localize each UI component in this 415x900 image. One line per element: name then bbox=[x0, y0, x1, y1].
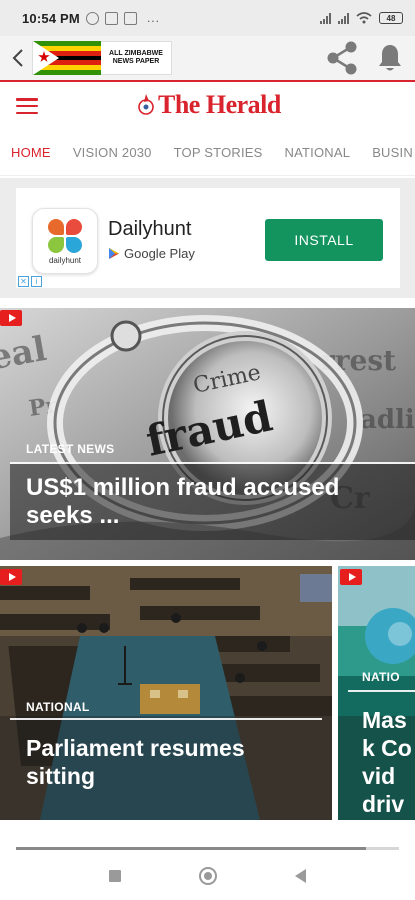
card-headline[interactable]: Mask Covid drive bbox=[362, 706, 414, 820]
svg-text:adli: adli bbox=[360, 405, 415, 435]
home-button[interactable] bbox=[199, 867, 217, 885]
ad-card[interactable]: dailyhunt Dailyhunt Google Play INSTALL bbox=[16, 188, 400, 288]
ad-banner: dailyhunt Dailyhunt Google Play INSTALL … bbox=[0, 178, 415, 298]
recents-button[interactable] bbox=[109, 870, 121, 882]
dailyhunt-logo-icon bbox=[47, 218, 83, 254]
tab-vision-2030[interactable]: VISION 2030 bbox=[62, 145, 163, 160]
herald-crest-icon bbox=[138, 94, 154, 115]
signal-icon bbox=[320, 12, 331, 24]
app-icon-label: dailyhunt bbox=[48, 255, 82, 265]
tab-business[interactable]: BUSIN bbox=[361, 145, 415, 160]
toolbar-actions bbox=[325, 40, 415, 76]
whatsapp-icon bbox=[85, 11, 99, 25]
mail-icon bbox=[123, 11, 137, 25]
home-icon bbox=[204, 872, 212, 880]
store-name: Google Play bbox=[124, 246, 195, 261]
tab-top-stories[interactable]: TOP STORIES bbox=[163, 145, 274, 160]
card-category: NATIO bbox=[362, 670, 400, 684]
card-headline[interactable]: Parliament resumes sitting bbox=[26, 734, 306, 790]
story-card-parliament[interactable]: NATIONAL Parliament resumes sitting bbox=[0, 566, 332, 820]
card-divider bbox=[10, 718, 322, 720]
status-left: 10:54 PM ... bbox=[22, 11, 160, 26]
bell-icon[interactable] bbox=[377, 43, 403, 73]
ad-store: Google Play bbox=[108, 246, 195, 261]
signal-2-icon bbox=[338, 12, 349, 24]
card-category: NATIONAL bbox=[26, 700, 90, 714]
hero-category: LATEST NEWS bbox=[26, 442, 115, 456]
ad-close-icon[interactable]: ✕ bbox=[18, 276, 29, 287]
app-screen: 10:54 PM ... 48 ALL ZIMBABWE NEWS PAPER bbox=[0, 0, 415, 900]
herald-logo: The Herald bbox=[136, 90, 281, 120]
card-divider bbox=[348, 690, 415, 692]
ad-info-icon[interactable]: i bbox=[31, 276, 42, 287]
zimbabwe-news-logo: ALL ZIMBABWE NEWS PAPER bbox=[32, 41, 172, 75]
video-badge-icon bbox=[0, 310, 22, 326]
logo-banner-text: ALL ZIMBABWE NEWS PAPER bbox=[109, 50, 163, 65]
hero-story[interactable]: eal rrest Pr adli Cr Crime fraud LATEST … bbox=[0, 308, 415, 560]
status-right: 48 bbox=[320, 12, 403, 24]
google-play-icon bbox=[109, 248, 119, 259]
back-button[interactable] bbox=[4, 36, 32, 80]
section-tabs: HOME VISION 2030 TOP STORIES NATIONAL BU… bbox=[0, 130, 415, 176]
carousel-scrollbar[interactable] bbox=[16, 847, 399, 850]
install-button[interactable]: INSTALL bbox=[265, 219, 383, 261]
adchoices[interactable]: ✕ i bbox=[18, 276, 42, 287]
ad-title: Dailyhunt bbox=[108, 218, 192, 240]
scroll-thumb[interactable] bbox=[16, 847, 366, 850]
zimbabwe-flag-icon bbox=[33, 41, 101, 75]
video-badge-icon bbox=[0, 569, 22, 585]
tab-home[interactable]: HOME bbox=[0, 145, 62, 160]
hero-headline[interactable]: US$1 million fraud accused seeks ... bbox=[26, 474, 406, 530]
system-nav-bar bbox=[0, 852, 415, 900]
tab-national[interactable]: NATIONAL bbox=[274, 145, 362, 160]
wifi-icon bbox=[356, 12, 372, 24]
back-nav-button[interactable] bbox=[295, 869, 306, 883]
status-bar: 10:54 PM ... 48 bbox=[0, 0, 415, 36]
app-header: The Herald bbox=[0, 80, 415, 128]
brand-name: The Herald bbox=[158, 90, 281, 119]
dailyhunt-app-icon: dailyhunt bbox=[32, 208, 98, 274]
battery-icon: 48 bbox=[379, 12, 403, 24]
story-card-covid[interactable]: NATIO Mask Covid drive bbox=[338, 566, 415, 820]
back-arrow-icon bbox=[12, 49, 23, 67]
app-toolbar: ALL ZIMBABWE NEWS PAPER bbox=[0, 36, 415, 80]
hamburger-menu-button[interactable] bbox=[16, 98, 38, 114]
status-overflow: ... bbox=[146, 11, 160, 25]
status-time: 10:54 PM bbox=[22, 10, 80, 26]
share-icon[interactable] bbox=[325, 40, 359, 76]
video-badge-icon bbox=[340, 569, 362, 585]
sim-icon bbox=[104, 11, 118, 25]
